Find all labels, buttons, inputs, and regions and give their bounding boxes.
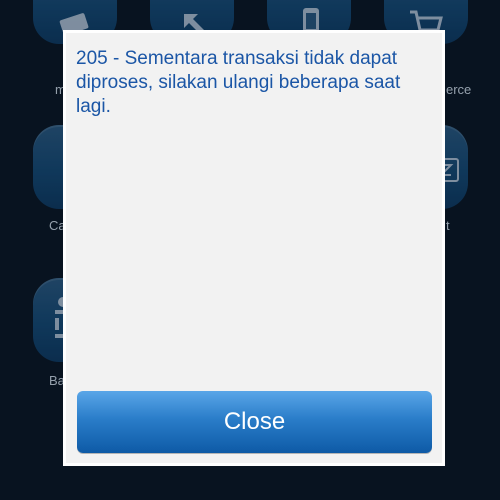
error-dialog: 205 - Sementara transaksi tidak dapat di… xyxy=(63,30,445,466)
close-button[interactable]: Close xyxy=(77,391,432,453)
error-message: 205 - Sementara transaksi tidak dapat di… xyxy=(76,48,401,117)
